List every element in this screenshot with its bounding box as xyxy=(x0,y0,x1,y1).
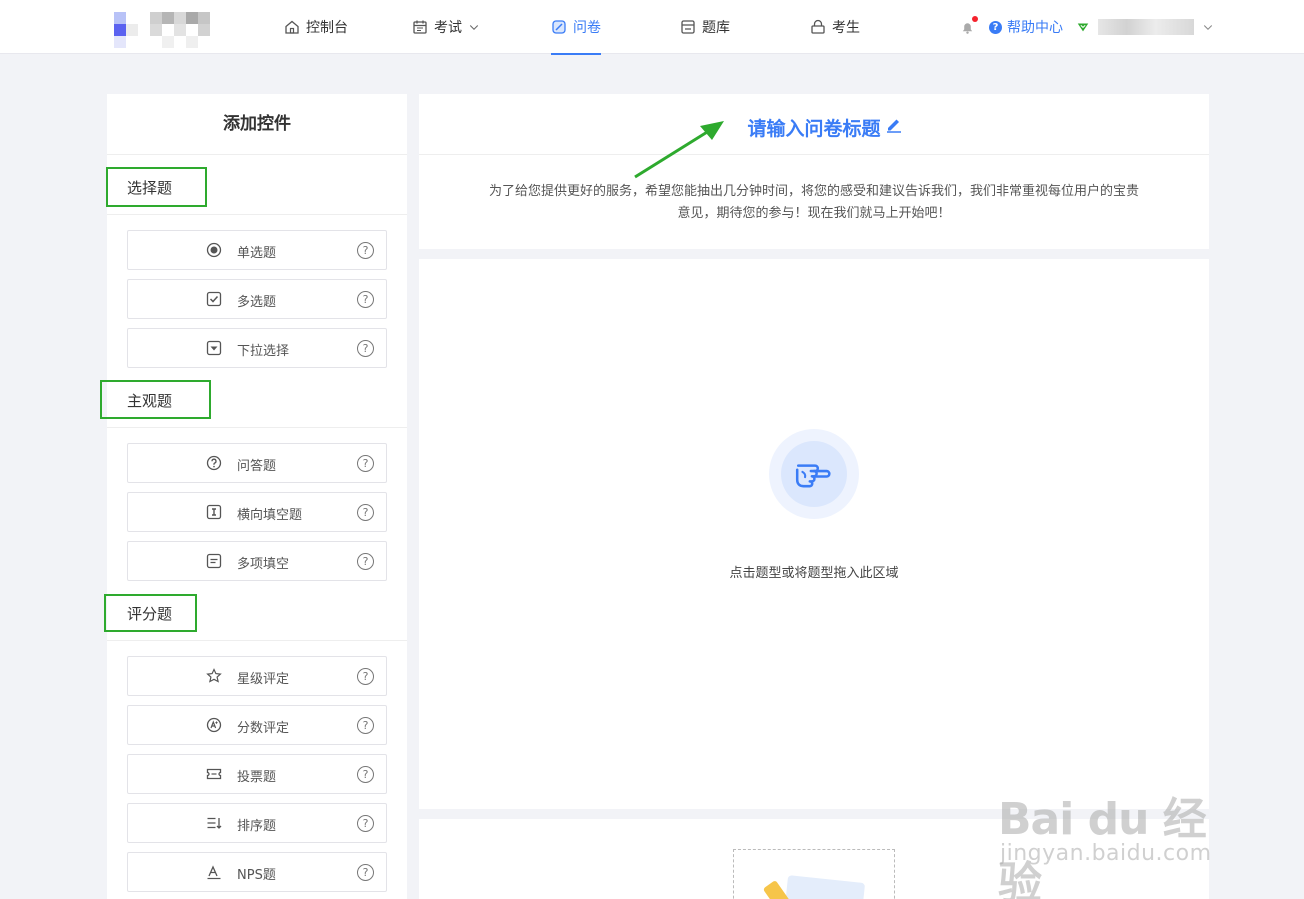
help-icon[interactable]: ? xyxy=(357,455,374,472)
help-icon[interactable]: ? xyxy=(357,242,374,259)
nav-label: 问卷 xyxy=(573,20,601,36)
radio-icon xyxy=(206,242,222,258)
nav-item-question-bank[interactable]: 题库 xyxy=(680,0,730,54)
calendar-icon xyxy=(413,20,427,34)
home-icon xyxy=(285,20,299,34)
nav-label: 题库 xyxy=(702,20,730,36)
nav-item-exam[interactable]: 考试 xyxy=(412,0,480,54)
question-icon xyxy=(206,455,222,471)
nav-item-survey[interactable]: 问卷 xyxy=(551,0,601,55)
highlight-box-rating xyxy=(104,594,197,632)
dropzone-illustration xyxy=(769,429,859,519)
control-dropdown[interactable]: 下拉选择 ? xyxy=(127,328,387,368)
help-icon[interactable]: ? xyxy=(357,553,374,570)
logo[interactable] xyxy=(114,12,224,48)
control-label: 排序题 xyxy=(237,819,277,834)
control-label: 问答题 xyxy=(237,459,277,474)
divider xyxy=(419,154,1209,155)
watermark: Bai du 经验 jingyan.baidu.com xyxy=(998,755,1238,899)
control-label: 多项填空 xyxy=(237,557,290,572)
chevron-down-icon xyxy=(469,25,479,30)
nav-item-dashboard[interactable]: 控制台 xyxy=(284,0,348,54)
score-icon xyxy=(206,717,222,733)
control-score-rating[interactable]: 分数评定 ? xyxy=(127,705,387,745)
document-illustration-icon xyxy=(763,875,865,899)
control-label: 投票题 xyxy=(237,770,277,785)
nav-item-examinee[interactable]: 考生 xyxy=(810,0,860,54)
help-icon[interactable]: ? xyxy=(357,504,374,521)
help-icon[interactable]: ? xyxy=(357,291,374,308)
control-multiple-choice[interactable]: 多选题 ? xyxy=(127,279,387,319)
user-menu[interactable] xyxy=(1076,0,1214,54)
control-label: 星级评定 xyxy=(237,672,290,687)
help-icon[interactable]: ? xyxy=(357,668,374,685)
bell-icon xyxy=(962,22,973,34)
survey-title-input[interactable]: 请输入问卷标题 xyxy=(419,114,1209,141)
control-label: 分数评定 xyxy=(237,721,290,736)
help-icon[interactable]: ? xyxy=(357,864,374,881)
control-sort[interactable]: 排序题 ? xyxy=(127,803,387,843)
database-icon xyxy=(681,20,695,34)
dropzone-hint: 点击题型或将题型拖入此区域 xyxy=(729,566,899,581)
pointing-hand-icon xyxy=(795,464,831,488)
control-vote[interactable]: 投票题 ? xyxy=(127,754,387,794)
notification-dot xyxy=(972,16,978,22)
control-star-rating[interactable]: 星级评定 ? xyxy=(127,656,387,696)
help-center-label: 帮助中心 xyxy=(1007,20,1063,36)
survey-icon xyxy=(552,20,566,34)
nav-label: 考生 xyxy=(832,20,860,36)
notification-bell[interactable] xyxy=(960,0,978,54)
control-label: NPS题 xyxy=(237,868,276,883)
control-qa[interactable]: 问答题 ? xyxy=(127,443,387,483)
star-icon xyxy=(206,668,222,684)
control-label: 下拉选择 xyxy=(237,344,290,359)
top-navbar: 控制台 考试 问卷 题库 考生 ? 帮助中心 xyxy=(0,0,1304,55)
control-nps[interactable]: NPS题 ? xyxy=(127,852,387,892)
lock-icon xyxy=(811,19,825,34)
highlight-box-choice xyxy=(106,167,207,207)
help-circle-icon: ? xyxy=(989,20,1002,34)
control-label: 多选题 xyxy=(237,295,277,310)
image-placeholder xyxy=(733,849,895,899)
help-icon[interactable]: ? xyxy=(357,815,374,832)
text-cursor-icon xyxy=(206,504,222,520)
edit-pencil-icon[interactable] xyxy=(885,115,903,133)
chevron-down-icon xyxy=(1203,25,1213,30)
control-fill-blank[interactable]: 横向填空题 ? xyxy=(127,492,387,532)
panel-title: 添加控件 xyxy=(107,94,407,155)
help-center-link[interactable]: ? 帮助中心 xyxy=(989,0,1063,54)
help-icon[interactable]: ? xyxy=(357,766,374,783)
ticket-icon xyxy=(206,766,222,782)
verified-shield-icon xyxy=(1077,23,1089,32)
survey-header-card: 请输入问卷标题 为了给您提供更好的服务，希望您能抽出几分钟时间，将您的感受和建议… xyxy=(419,94,1209,249)
username-blurred xyxy=(1098,19,1194,35)
sort-icon xyxy=(206,815,222,831)
help-icon[interactable]: ? xyxy=(357,340,374,357)
help-icon[interactable]: ? xyxy=(357,717,374,734)
control-label: 单选题 xyxy=(237,246,277,261)
control-label: 横向填空题 xyxy=(237,508,303,523)
multi-fill-icon xyxy=(206,553,222,569)
survey-description[interactable]: 为了给您提供更好的服务，希望您能抽出几分钟时间，将您的感受和建议告诉我们，我们非… xyxy=(489,181,1139,225)
nav-label: 考试 xyxy=(434,20,462,36)
add-control-panel: 添加控件 选择题 单选题 ? 多选题 ? 下拉选择 ? 主观题 问答题 ? 横向… xyxy=(107,94,407,899)
control-single-choice[interactable]: 单选题 ? xyxy=(127,230,387,270)
checkbox-icon xyxy=(206,291,222,307)
dropdown-icon xyxy=(206,340,222,356)
nav-label: 控制台 xyxy=(306,20,348,36)
nps-icon xyxy=(206,864,222,880)
highlight-box-subjective xyxy=(100,380,211,419)
watermark-url: jingyan.baidu.com xyxy=(1000,841,1212,866)
control-multi-fill[interactable]: 多项填空 ? xyxy=(127,541,387,581)
question-dropzone[interactable]: 点击题型或将题型拖入此区域 xyxy=(419,259,1209,809)
